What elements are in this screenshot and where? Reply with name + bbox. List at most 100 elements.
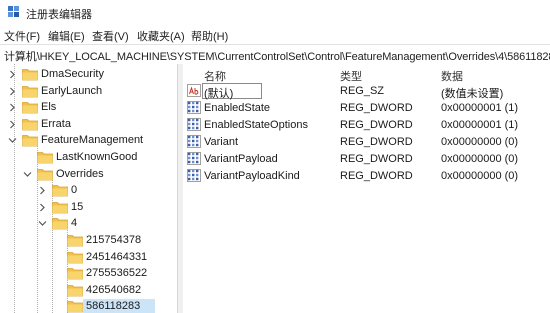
folder-icon <box>67 251 83 263</box>
value-data: 0x00000001 (1) <box>441 102 519 114</box>
folder-icon <box>22 118 38 131</box>
folder-icon <box>67 235 83 247</box>
tree-item[interactable]: 586118283 <box>0 298 177 313</box>
folder-icon <box>67 284 83 297</box>
value-data: 0x00000000 (0) <box>441 170 519 182</box>
menu-view[interactable]: 查看(V) <box>92 28 129 44</box>
value-name: VariantPayloadKind <box>204 170 300 182</box>
window-title: 注册表编辑器 <box>26 9 92 21</box>
regedit-icon <box>8 6 19 17</box>
value-row[interactable]: (默认) REG_SZ (数值未设置) <box>183 83 550 100</box>
tree-item[interactable]: DmaSecurity <box>0 66 177 83</box>
tree-item-label: 215754378 <box>86 234 142 246</box>
tree-item-label: Els <box>41 101 57 114</box>
value-type: REG_DWORD <box>340 136 413 148</box>
chevron-right-icon[interactable] <box>8 87 17 96</box>
tree-item[interactable]: EarlyLaunch <box>0 83 177 100</box>
column-header-type[interactable]: 类型 <box>340 68 362 84</box>
folder-icon <box>52 185 68 197</box>
value-type: REG_DWORD <box>340 119 413 131</box>
value-type: REG_SZ <box>340 85 385 97</box>
binary-value-icon <box>187 101 201 114</box>
tree-item[interactable]: 15 <box>0 199 177 216</box>
chevron-down-icon[interactable] <box>23 170 32 179</box>
menu-bar: 文件(F) 编辑(E) 查看(V) 收藏夹(A) 帮助(H) <box>0 26 550 44</box>
binary-value-icon <box>187 152 201 165</box>
chevron-right-icon[interactable] <box>8 103 17 112</box>
column-header-name[interactable]: 名称 <box>204 68 226 84</box>
binary-value-icon <box>187 118 201 131</box>
tree-item[interactable]: 0 <box>0 182 177 199</box>
tree-item[interactable]: 2755536522 <box>0 265 177 282</box>
address-bar[interactable]: 计算机\HKEY_LOCAL_MACHINE\SYSTEM\CurrentCon… <box>0 44 550 65</box>
folder-icon <box>37 168 53 180</box>
tree-item[interactable]: 2451464331 <box>0 249 177 266</box>
value-data: (数值未设置) <box>441 88 504 100</box>
folder-icon <box>67 301 83 313</box>
value-data: 0x00000000 (0) <box>441 153 519 165</box>
folder-icon <box>22 69 38 81</box>
tree-item-label: Overrides <box>56 167 104 180</box>
folder-icon <box>67 268 83 280</box>
tree-item[interactable]: Els <box>0 99 177 116</box>
value-row[interactable]: VariantPayloadKind REG_DWORD 0x00000000 (0… <box>183 168 550 184</box>
values-list[interactable]: 名称 类型 数据 (默认) REG_SZ (数值未设置) EnabledState RE… <box>183 64 550 313</box>
menu-help[interactable]: 帮助(H) <box>191 28 228 44</box>
folder-icon <box>22 135 38 147</box>
address-path[interactable]: 计算机\HKEY_LOCAL_MACHINE\SYSTEM\CurrentCon… <box>4 48 550 64</box>
value-name: Variant <box>204 136 239 148</box>
title-bar: 注册表编辑器 <box>0 0 550 26</box>
tree-item[interactable]: 4 <box>0 215 177 232</box>
column-header-data[interactable]: 数据 <box>441 68 463 84</box>
key-tree[interactable]: DmaSecurity EarlyLaunch Els Errata FeatureMa… <box>0 64 177 313</box>
tree-item-label: 4 <box>71 217 78 230</box>
value-data: 0x00000000 (0) <box>441 136 519 148</box>
chevron-right-icon[interactable] <box>38 203 47 212</box>
chevron-right-icon[interactable] <box>8 70 17 79</box>
tree-item-label: 15 <box>71 200 84 213</box>
chevron-right-icon[interactable] <box>38 186 47 195</box>
value-row[interactable]: EnabledStateOptions REG_DWORD 0x00000001 (… <box>183 117 550 133</box>
tree-item-label: 2755536522 <box>86 267 148 280</box>
tree-item[interactable]: 426540682 <box>0 282 177 299</box>
string-value-icon <box>187 84 201 97</box>
folder-icon <box>22 85 38 97</box>
tree-item-label: LastKnownGood <box>56 151 138 163</box>
binary-value-icon <box>187 169 201 182</box>
value-name: EnabledStateOptions <box>204 119 308 131</box>
value-row[interactable]: Variant REG_DWORD 0x00000000 (0) <box>183 134 550 150</box>
tree-item-label: EarlyLaunch <box>41 84 103 97</box>
menu-file[interactable]: 文件(F) <box>4 28 40 44</box>
chevron-down-icon[interactable] <box>38 219 47 228</box>
value-row[interactable]: VariantPayload REG_DWORD 0x00000000 (0) <box>183 151 550 167</box>
chevron-down-icon[interactable] <box>8 136 17 145</box>
value-name: EnabledState <box>204 102 271 114</box>
tree-item-label: FeatureManagement <box>41 134 144 147</box>
value-type: REG_DWORD <box>340 102 413 114</box>
tree-item-label: Errata <box>41 117 71 130</box>
value-name: VariantPayload <box>204 153 278 165</box>
binary-value-icon <box>187 135 201 148</box>
menu-edit[interactable]: 编辑(E) <box>48 28 85 44</box>
folder-icon <box>22 102 38 114</box>
tree-item[interactable]: FeatureManagement <box>0 132 177 149</box>
value-type: REG_DWORD <box>340 170 413 182</box>
folder-icon <box>37 152 53 164</box>
tree-item[interactable]: Overrides <box>0 166 177 183</box>
value-row[interactable]: EnabledState REG_DWORD 0x00000001 (1) <box>183 100 550 116</box>
folder-icon <box>52 201 68 214</box>
tree-item-label: DmaSecurity <box>41 68 104 80</box>
folder-icon <box>52 218 68 230</box>
tree-item[interactable]: 215754378 <box>0 232 177 249</box>
value-name: (默认) <box>204 88 234 100</box>
tree-item-label: 0 <box>71 184 78 197</box>
chevron-right-icon[interactable] <box>8 120 17 129</box>
tree-item-label: 586118283 <box>86 300 141 313</box>
tree-item[interactable]: LastKnownGood <box>0 149 177 166</box>
value-type: REG_DWORD <box>340 153 413 165</box>
tree-item-label: 2451464331 <box>86 250 148 263</box>
value-data: 0x00000001 (1) <box>441 119 519 131</box>
tree-item[interactable]: Errata <box>0 116 177 133</box>
tree-item-label: 426540682 <box>86 283 142 296</box>
menu-favorites[interactable]: 收藏夹(A) <box>137 28 185 44</box>
